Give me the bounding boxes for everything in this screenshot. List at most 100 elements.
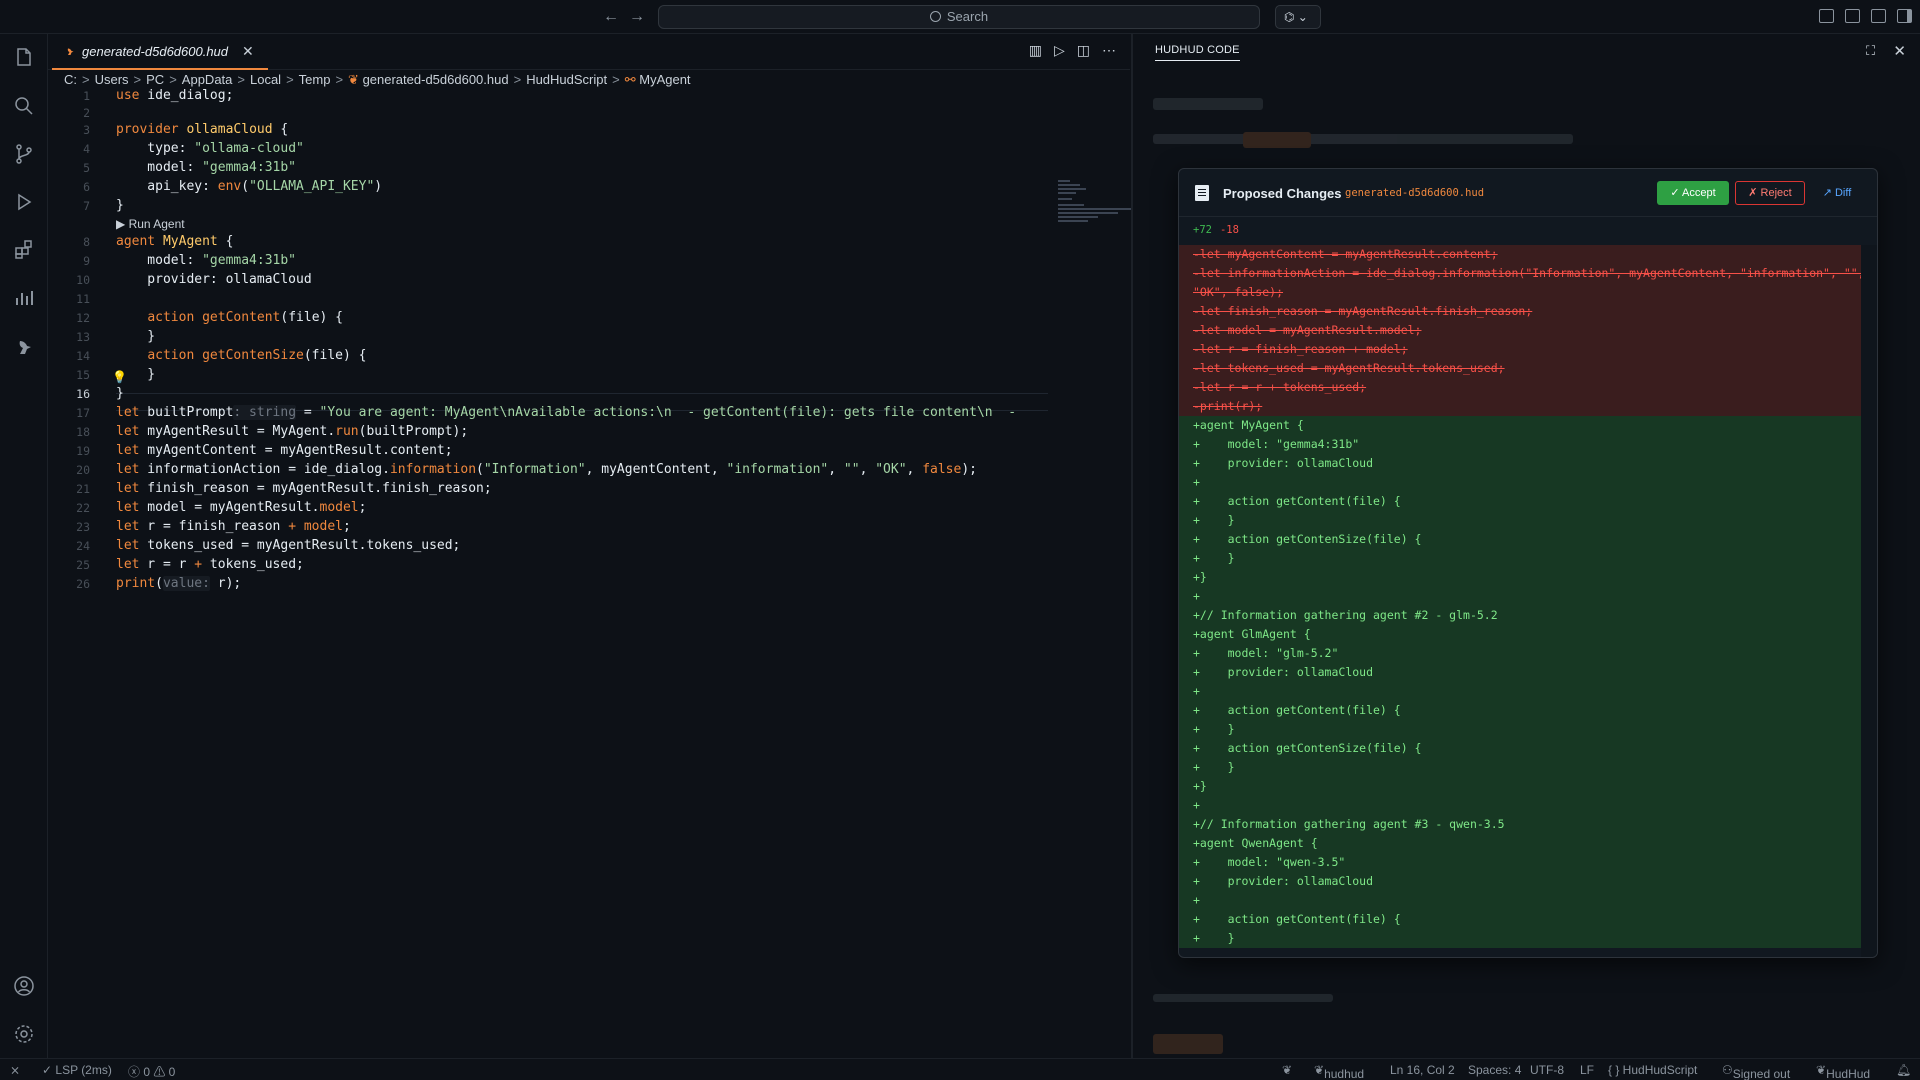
line-number: 22 [76, 501, 90, 515]
code-line: let r = r + tokens_used; [116, 557, 304, 572]
tab-generated-file[interactable]: generated-d5d6d600.hud ✕ [52, 34, 268, 70]
indentation[interactable]: Spaces: 4 [1468, 1063, 1521, 1077]
code-line: let r = finish_reason + model; [116, 519, 351, 534]
problems-count[interactable]: ⓧ 0 ⚠ 0 [128, 1063, 175, 1080]
editor-tab-bar: generated-d5d6d600.hud ✕ ▥ ▷ ◫ ⋯ [48, 34, 1130, 70]
run-icon[interactable]: ▷ [1054, 42, 1065, 59]
chevron-right-icon: > [169, 72, 177, 87]
diff-added-line: + provider: ollamaCloud [1179, 663, 1861, 682]
line-number: 25 [76, 558, 90, 572]
charts-icon[interactable] [12, 286, 36, 310]
breadcrumb-item[interactable]: C: [64, 72, 77, 87]
breadcrumb-item[interactable]: generated-d5d6d600.hud [363, 72, 509, 87]
back-arrow-icon[interactable]: ← [600, 7, 622, 27]
code-editor[interactable]: 1 2 3 4 5 6 7 8 9 10 11 12 13 14 15 16 17 18 19 20 21 22 23 24 2… [48, 88, 1178, 1058]
breadcrumb-item[interactable]: Users [95, 72, 129, 87]
title-bar: ← → Search ⌬ ⌄ [0, 0, 1920, 34]
line-number: 4 [83, 142, 90, 156]
account-status[interactable]: ⚇ Signed out [1722, 1063, 1790, 1080]
diff-added-line: +agent GlmAgent { [1179, 625, 1861, 644]
project-name[interactable]: ❦ hudhud [1314, 1063, 1364, 1080]
hudhud-bird-icon[interactable] [12, 334, 36, 358]
line-number: 14 [76, 349, 90, 363]
toggle-panel-icon[interactable] [1871, 9, 1886, 23]
line-number: 19 [76, 444, 90, 458]
hudhud-bird-icon[interactable]: ❦ [1282, 1063, 1292, 1077]
breadcrumb-item[interactable]: Local [250, 72, 281, 87]
line-number: 3 [83, 123, 90, 137]
chevron-right-icon: > [335, 72, 344, 87]
close-tab-icon[interactable]: ✕ [242, 43, 254, 60]
code-line: let finish_reason = myAgentResult.finish… [116, 481, 492, 496]
forward-arrow-icon[interactable]: → [626, 7, 648, 27]
diff-added-line: + } [1179, 511, 1861, 530]
settings-gear-icon[interactable] [12, 1022, 36, 1046]
diff-added-line: + provider: ollamaCloud [1179, 872, 1861, 891]
close-panel-icon[interactable]: ✕ [1893, 42, 1906, 60]
language-mode[interactable]: { } HudHudScript [1608, 1063, 1697, 1077]
hudhud-file-icon [67, 48, 74, 55]
reject-button[interactable]: ✗ Reject [1735, 181, 1805, 205]
diff-added-line: + [1179, 796, 1861, 815]
line-number: 20 [76, 463, 90, 477]
symbol-icon: ⚯ [624, 72, 640, 87]
customize-layout-icon[interactable] [1819, 9, 1834, 23]
code-line: type: "ollama-cloud" [116, 141, 304, 156]
search-placeholder: Search [946, 9, 989, 24]
line-number: 15 [76, 368, 90, 382]
diff-scrollbar[interactable] [1861, 245, 1877, 957]
diff-added-line: + } [1179, 758, 1861, 777]
accept-button[interactable]: ✓ Accept [1657, 181, 1729, 205]
diff-added-line: +} [1179, 777, 1861, 796]
run-agent-codelens[interactable]: ▶ Run Agent [116, 217, 185, 231]
line-number: 24 [76, 539, 90, 553]
project-label: hudhud [1324, 1067, 1365, 1080]
diff-added-line: + } [1179, 720, 1861, 739]
open-diff-button[interactable]: ↗ Diff [1811, 181, 1863, 205]
toggle-secondary-sidebar-icon[interactable] [1897, 9, 1912, 23]
toggle-sidebar-icon[interactable] [1845, 9, 1860, 23]
breadcrumb-item[interactable]: HudHudScript [526, 72, 607, 87]
line-number: 16 [76, 387, 90, 401]
split-editor-icon[interactable]: ◫ [1077, 42, 1090, 59]
extensions-icon[interactable] [12, 238, 36, 262]
diff-added-line: + [1179, 682, 1861, 701]
line-number: 26 [76, 577, 90, 591]
lightbulb-icon[interactable]: 💡 [112, 370, 127, 384]
panel-title[interactable]: HUDHUD CODE [1155, 44, 1240, 61]
line-ending[interactable]: LF [1580, 1063, 1594, 1077]
line-number: 1 [83, 89, 90, 103]
encoding[interactable]: UTF-8 [1530, 1063, 1564, 1077]
search-icon[interactable] [12, 94, 36, 118]
code-line: provider: ollamaCloud [116, 272, 312, 287]
breadcrumb-item[interactable]: AppData [182, 72, 233, 87]
run-debug-icon[interactable] [12, 190, 36, 214]
account-icon[interactable] [12, 974, 36, 998]
maximize-icon[interactable]: ⛶ [1866, 43, 1880, 58]
code-line: action getContenSize(file) { [147, 348, 367, 363]
line-number: 9 [83, 254, 90, 268]
chart-icon[interactable]: ▥ [1029, 42, 1042, 59]
chevron-right-icon: > [82, 72, 90, 87]
diff-removed-line: -let informationAction = ide_dialog.info… [1179, 264, 1865, 283]
brand-status[interactable]: ❦ HudHud [1816, 1063, 1870, 1080]
explorer-icon[interactable] [12, 46, 36, 70]
diff-added-line: + action getContent(file) { [1179, 910, 1861, 929]
breadcrumb-item[interactable]: Temp [299, 72, 331, 87]
hudhud-file-icon: ❦ [348, 72, 363, 87]
command-search-box[interactable]: Search [658, 5, 1260, 29]
breadcrumb-item[interactable]: PC [146, 72, 164, 87]
diff-added-line: + } [1179, 929, 1861, 948]
line-number: 2 [83, 106, 90, 120]
lsp-status[interactable]: ✓ LSP (2ms) [42, 1063, 112, 1077]
remote-icon[interactable]: ⨯ [10, 1063, 20, 1077]
copilot-menu-button[interactable]: ⌬ ⌄ [1275, 5, 1321, 29]
cursor-position[interactable]: Ln 16, Col 2 [1390, 1063, 1455, 1077]
code-line: model: "gemma4:31b" [116, 253, 297, 268]
diff-content[interactable]: -let myAgentContent = myAgentResult.cont… [1179, 245, 1865, 957]
breadcrumb-item[interactable]: MyAgent [639, 72, 690, 87]
source-control-icon[interactable] [12, 142, 36, 166]
more-actions-icon[interactable]: ⋯ [1102, 42, 1116, 59]
notifications-bell-icon[interactable]: 🔔︎ [1896, 1063, 1911, 1077]
diff-added-line: +agent QwenAgent { [1179, 834, 1861, 853]
